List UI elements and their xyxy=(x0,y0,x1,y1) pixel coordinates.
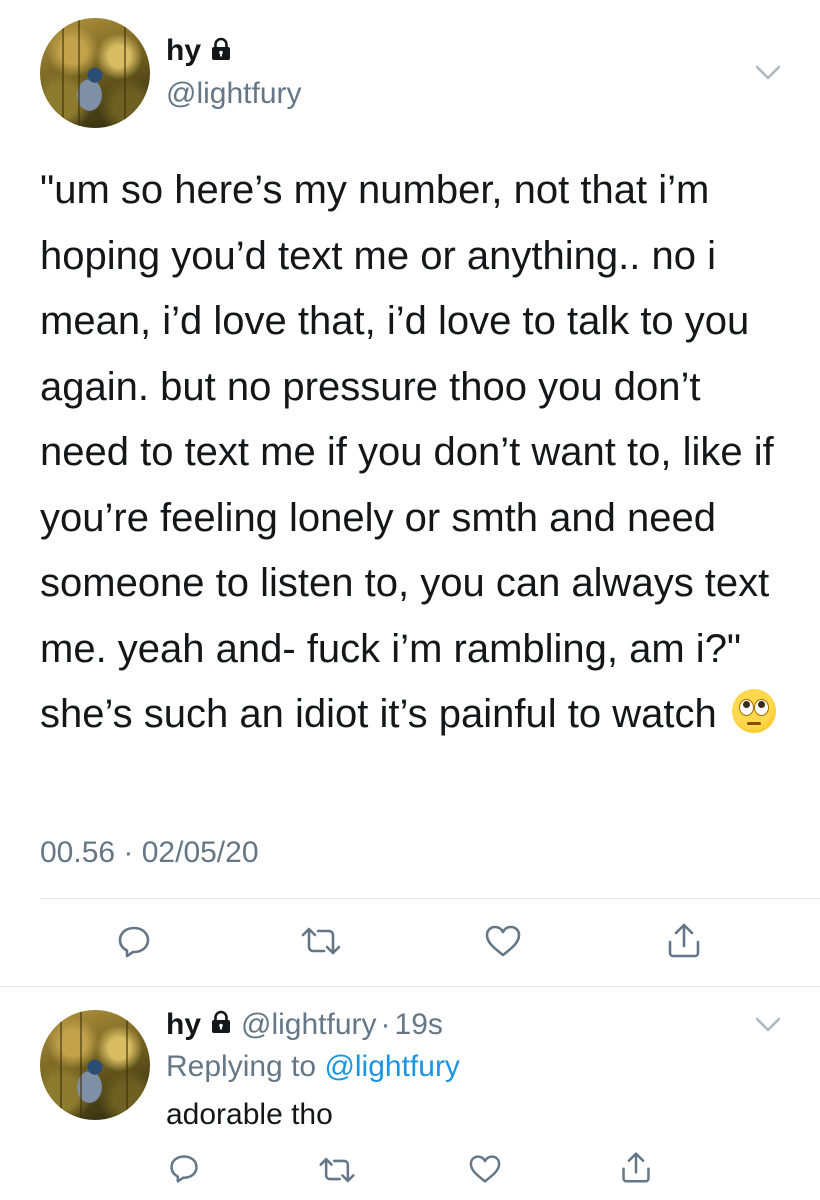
author-handle[interactable]: @lightfury xyxy=(166,77,302,111)
reply-age[interactable]: 19s xyxy=(395,1008,443,1042)
author-name-row: hy xyxy=(166,34,233,68)
share-icon[interactable] xyxy=(620,1150,652,1184)
lock-icon xyxy=(209,1008,233,1042)
rolling-eyes-emoji-icon xyxy=(731,689,776,733)
avatar[interactable] xyxy=(40,18,150,128)
display-name[interactable]: hy xyxy=(166,1008,201,1042)
separator: · xyxy=(380,1008,391,1041)
divider xyxy=(40,898,820,899)
retweet-icon[interactable] xyxy=(300,925,342,957)
reply-icon[interactable] xyxy=(168,1152,200,1184)
avatar[interactable] xyxy=(40,1010,150,1120)
divider xyxy=(0,986,820,987)
lock-icon xyxy=(209,37,233,66)
replying-to-handle[interactable]: @lightfury xyxy=(324,1050,460,1083)
reply-header: hy @lightfury · 19s xyxy=(166,1008,443,1042)
reply-handle[interactable]: @lightfury xyxy=(241,1008,377,1042)
tweet-timestamp[interactable]: 00.56 · 02/05/20 xyxy=(40,836,259,870)
display-name[interactable]: hy xyxy=(166,34,201,68)
like-icon[interactable] xyxy=(468,1154,502,1184)
share-icon[interactable] xyxy=(666,921,702,959)
tweet-text: "um so here’s my number, not that i’m ho… xyxy=(40,158,790,748)
like-icon[interactable] xyxy=(484,924,522,958)
reply-icon[interactable] xyxy=(116,923,152,959)
chevron-down-icon[interactable] xyxy=(754,1016,782,1034)
replying-to-label: Replying to xyxy=(166,1050,325,1083)
reply-text: adorable tho xyxy=(166,1098,333,1131)
retweet-icon[interactable] xyxy=(318,1155,356,1185)
replying-to: Replying to @lightfury xyxy=(166,1050,460,1084)
chevron-down-icon[interactable] xyxy=(754,64,782,82)
tweet-text-content: "um so here’s my number, not that i’m ho… xyxy=(40,168,785,736)
